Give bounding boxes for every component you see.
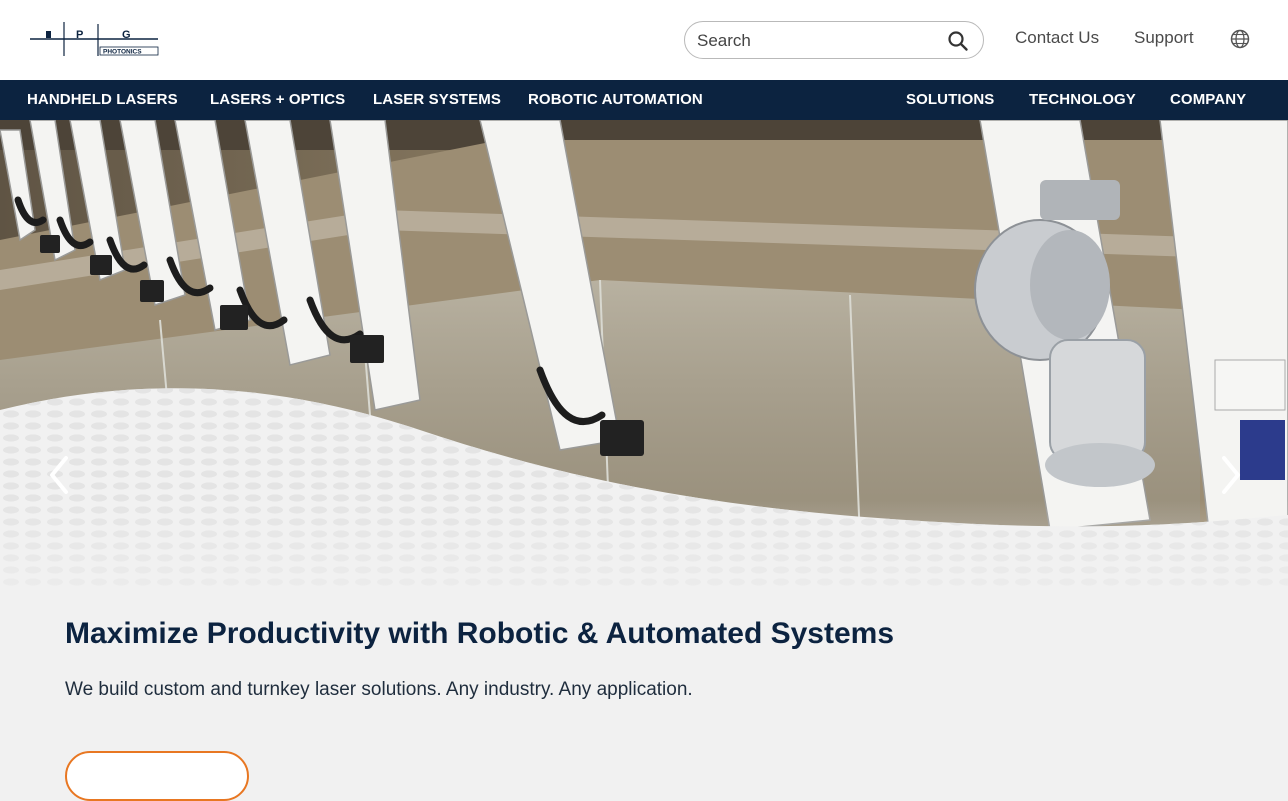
svg-text:PHOTONICS: PHOTONICS	[103, 49, 142, 56]
hero-robot-image	[0, 120, 1288, 772]
svg-text:G: G	[122, 29, 131, 41]
search-input[interactable]	[697, 28, 937, 54]
nav-item-robotic-automation[interactable]: ROBOTIC AUTOMATION	[528, 91, 703, 108]
hero-headline: Maximize Productivity with Robotic & Aut…	[65, 617, 895, 650]
hero-cta-button[interactable]	[65, 751, 249, 801]
hero-banner	[0, 120, 1288, 772]
contact-us-link[interactable]: Contact Us	[1015, 28, 1099, 48]
globe-icon[interactable]	[1229, 28, 1251, 50]
hero-subtext: We build custom and turnkey laser soluti…	[65, 679, 693, 700]
chevron-left-icon[interactable]	[42, 450, 78, 500]
search-box[interactable]	[684, 21, 984, 59]
nav-item-lasers-optics[interactable]: LASERS + OPTICS	[210, 91, 345, 108]
nav-item-solutions[interactable]: SOLUTIONS	[906, 91, 994, 108]
ipg-photonics-logo[interactable]: P G PHOTONICS	[30, 22, 160, 58]
site-header: P G PHOTONICS Contact Us Support	[0, 0, 1288, 80]
nav-item-handheld-lasers[interactable]: HANDHELD LASERS	[27, 91, 178, 108]
search-icon[interactable]	[947, 30, 969, 52]
nav-item-laser-systems[interactable]: LASER SYSTEMS	[373, 91, 501, 108]
svg-text:P: P	[76, 29, 83, 41]
main-nav: HANDHELD LASERS LASERS + OPTICS LASER SY…	[0, 80, 1288, 120]
chevron-right-icon[interactable]	[1212, 450, 1248, 500]
support-link[interactable]: Support	[1134, 28, 1194, 48]
nav-item-technology[interactable]: TECHNOLOGY	[1029, 91, 1136, 108]
nav-item-company[interactable]: COMPANY	[1170, 91, 1246, 108]
